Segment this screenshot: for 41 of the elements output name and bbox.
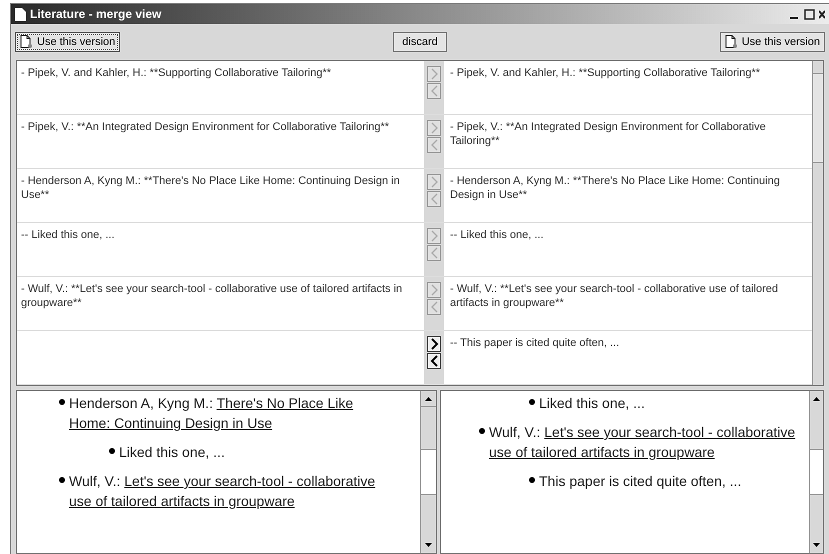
bullet-icon	[479, 428, 485, 434]
document-icon	[20, 35, 33, 49]
entry-text: - Henderson A, Kyng M.: **There's No Place Like Home: Continuing Design in Use**	[450, 175, 780, 201]
reference-text: Wulf, V.: Let's see your search-tool - collaborative use of tailored artifacts in groupware	[69, 472, 376, 511]
entry-text: - Pipek, V.: **An Integrated Design Environment for Collaborative Tailoring**	[450, 121, 766, 147]
reference-text: Henderson A, Kyng M.: There's No Place Like Home: Continuing Design in Use	[69, 394, 354, 433]
reference-text: Wulf, V.: Let's see your search-tool - collaborative use of tailored artifacts in groupware	[489, 423, 796, 462]
window-title: Literature - merge view	[30, 6, 162, 23]
entry-text: -- This paper is cited quite often, ...	[450, 337, 620, 349]
bullet-icon	[59, 399, 65, 405]
use-version-button[interactable]: Use this version	[720, 32, 825, 52]
comment-text: Liked this one, ...	[119, 444, 225, 460]
entry-text: -- Liked this one, ...	[450, 229, 544, 241]
merge-right-button[interactable]	[427, 336, 441, 352]
scrollbar[interactable]	[420, 391, 436, 553]
discard-button[interactable]: discard	[393, 32, 447, 52]
document-icon	[724, 35, 738, 49]
comment-text: Liked this one, ...	[539, 395, 645, 411]
document-icon	[15, 8, 26, 20]
entry-text: - Wulf, V.: **Let's see your search-tool - collaborative use of tailored artifacts in groupware**	[21, 283, 402, 309]
merge-left-button[interactable]	[427, 353, 441, 369]
entry-text: - Wulf, V.: **Let's see your search-tool - collaborative use of tailored artifacts in groupware**	[450, 283, 778, 309]
entry-text: - Pipek, V. and Kahler, H.: **Supporting Collaborative Tailoring**	[21, 67, 332, 79]
entry-text: - Henderson A, Kyng M.: **There's No Place Like Home: Continuing Design in Use**	[21, 175, 400, 201]
bullet-icon	[529, 399, 535, 405]
use-version-button[interactable]: Use this version	[15, 32, 120, 52]
bullet-icon	[529, 477, 535, 483]
maximize-icon[interactable]	[804, 8, 815, 20]
scroll-down-icon[interactable]	[425, 543, 432, 547]
scroll-down-icon[interactable]	[813, 543, 820, 547]
scroll-up-icon[interactable]	[813, 397, 820, 401]
entry-text: - Pipek, V.: **An Integrated Design Environment for Collaborative Tailoring**	[21, 121, 390, 133]
scroll-up-icon[interactable]	[425, 396, 432, 400]
scrollbar[interactable]	[812, 61, 823, 385]
close-icon[interactable]	[819, 8, 825, 20]
bullet-icon	[109, 448, 115, 454]
entry-text: -- Liked this one, ...	[21, 229, 115, 241]
comment-text: This paper is cited quite often, ...	[539, 473, 742, 489]
scrollbar[interactable]	[809, 391, 823, 553]
entry-text: - Pipek, V. and Kahler, H.: **Supporting Collaborative Tailoring**	[450, 67, 760, 79]
bullet-icon	[59, 477, 65, 483]
